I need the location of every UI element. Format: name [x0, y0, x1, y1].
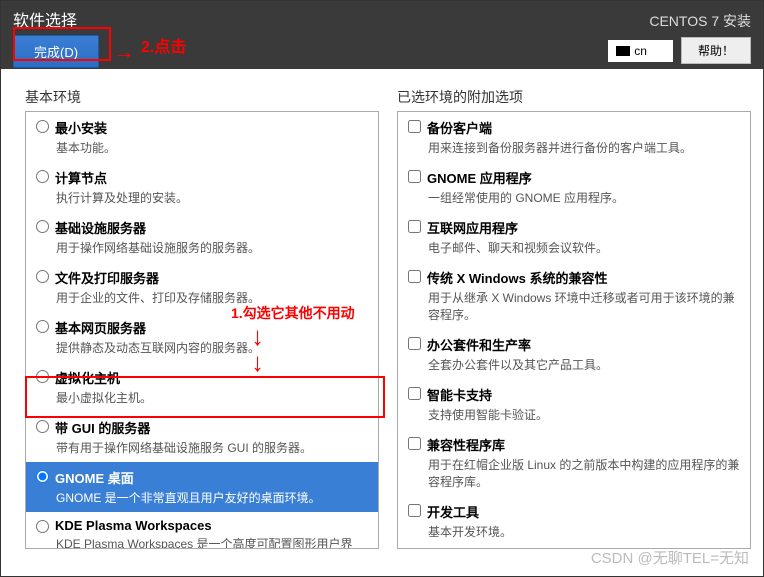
base-env-list[interactable]: 最小安装基本功能。计算节点执行计算及处理的安装。基础设施服务器用于操作网络基础设… — [25, 111, 379, 549]
addon-label: 兼容性程序库 — [427, 435, 505, 454]
addon-checkbox[interactable] — [408, 270, 421, 283]
addon-item[interactable]: 办公套件和生产率全套办公套件以及其它产品工具。 — [398, 329, 750, 379]
env-label: GNOME 桌面 — [55, 468, 134, 487]
env-label: 计算节点 — [55, 168, 107, 187]
env-radio[interactable] — [36, 520, 49, 533]
env-desc: 用于操作网络基础设施服务的服务器。 — [56, 239, 370, 256]
addon-desc: 用来连接到备份服务器并进行备份的客户端工具。 — [428, 139, 742, 156]
env-item[interactable]: 最小安装基本功能。 — [26, 112, 378, 162]
env-label: KDE Plasma Workspaces — [55, 518, 212, 533]
env-label: 虚拟化主机 — [55, 368, 120, 387]
addon-desc: 用于在红帽企业版 Linux 的之前版本中构建的应用程序的兼容程序库。 — [428, 456, 742, 490]
header-left: 软件选择 完成(D) — [13, 7, 99, 68]
addon-label: 智能卡支持 — [427, 385, 492, 404]
env-label: 文件及打印服务器 — [55, 268, 159, 287]
env-item[interactable]: 文件及打印服务器用于企业的文件、打印及存储服务器。 — [26, 262, 378, 312]
env-item[interactable]: KDE Plasma Workspaces KDE Plasma Workspac… — [26, 512, 378, 549]
addon-item[interactable]: 互联网应用程序电子邮件、聊天和视频会议软件。 — [398, 212, 750, 262]
base-env-column: 基本环境 最小安装基本功能。计算节点执行计算及处理的安装。基础设施服务器用于操作… — [25, 87, 379, 549]
env-item[interactable]: GNOME 桌面 GNOME 是一个非常直观且用户友好的桌面环境。 — [26, 462, 378, 512]
addon-checkbox[interactable] — [408, 120, 421, 133]
env-desc: 执行计算及处理的安装。 — [56, 189, 370, 206]
env-radio[interactable] — [36, 220, 49, 233]
addon-desc: 全套办公套件以及其它产品工具。 — [428, 356, 742, 373]
env-item[interactable]: 虚拟化主机最小虚拟化主机。 — [26, 362, 378, 412]
env-radio[interactable] — [36, 270, 49, 283]
env-desc: 最小虚拟化主机。 — [56, 389, 370, 406]
addon-item[interactable]: 安全性工具用于完整性和可信验证的安全性工具。 — [398, 546, 750, 549]
env-desc: GNOME 是一个非常直观且用户友好的桌面环境。 — [56, 489, 370, 506]
addon-label: 备份客户端 — [427, 118, 492, 137]
done-button[interactable]: 完成(D) — [13, 35, 99, 68]
addon-checkbox[interactable] — [408, 220, 421, 233]
addon-desc: 用于从继承 X Windows 环境中迁移或者可用于该环境的兼容程序。 — [428, 289, 742, 323]
env-label: 基础设施服务器 — [55, 218, 146, 237]
watermark: CSDN @无聊TEL=无知 — [591, 547, 749, 568]
env-item[interactable]: 基本网页服务器提供静态及动态互联网内容的服务器。 — [26, 312, 378, 362]
env-radio[interactable] — [36, 170, 49, 183]
env-item[interactable]: 带 GUI 的服务器带有用于操作网络基础设施服务 GUI 的服务器。 — [26, 412, 378, 462]
addon-item[interactable]: 智能卡支持支持使用智能卡验证。 — [398, 379, 750, 429]
addon-item[interactable]: 传统 X Windows 系统的兼容性用于从继承 X Windows 环境中迁移… — [398, 262, 750, 329]
addon-desc: 基本开发环境。 — [428, 523, 742, 540]
env-radio[interactable] — [36, 470, 49, 483]
env-desc: 用于企业的文件、打印及存储服务器。 — [56, 289, 370, 306]
addon-label: 传统 X Windows 系统的兼容性 — [427, 268, 607, 287]
addon-checkbox[interactable] — [408, 337, 421, 350]
addon-label: GNOME 应用程序 — [427, 168, 532, 187]
addon-label: 办公套件和生产率 — [427, 335, 531, 354]
addon-column: 已选环境的附加选项 备份客户端用来连接到备份服务器并进行备份的客户端工具。GNO… — [397, 87, 751, 549]
env-radio[interactable] — [36, 420, 49, 433]
env-radio[interactable] — [36, 120, 49, 133]
addon-item[interactable]: 开发工具基本开发环境。 — [398, 496, 750, 546]
addon-checkbox[interactable] — [408, 170, 421, 183]
addon-item[interactable]: GNOME 应用程序一组经常使用的 GNOME 应用程序。 — [398, 162, 750, 212]
addon-item[interactable]: 备份客户端用来连接到备份服务器并进行备份的客户端工具。 — [398, 112, 750, 162]
keyboard-layout-indicator[interactable]: cn — [608, 40, 673, 62]
env-desc: KDE Plasma Workspaces 是一个高度可配置图形用户界面，其中包… — [56, 535, 370, 549]
content-area: 基本环境 最小安装基本功能。计算节点执行计算及处理的安装。基础设施服务器用于操作… — [1, 69, 763, 549]
addon-checkbox[interactable] — [408, 437, 421, 450]
header-bar: 软件选择 完成(D) CENTOS 7 安装 cn 帮助！ — [1, 1, 763, 69]
addon-desc: 一组经常使用的 GNOME 应用程序。 — [428, 189, 742, 206]
env-radio[interactable] — [36, 320, 49, 333]
env-desc: 带有用于操作网络基础设施服务 GUI 的服务器。 — [56, 439, 370, 456]
env-label: 最小安装 — [55, 118, 107, 137]
env-label: 基本网页服务器 — [55, 318, 146, 337]
env-item[interactable]: 计算节点执行计算及处理的安装。 — [26, 162, 378, 212]
addon-label: 互联网应用程序 — [427, 218, 518, 237]
env-radio[interactable] — [36, 370, 49, 383]
page-title: 软件选择 — [13, 7, 99, 31]
header-controls: cn 帮助！ — [608, 37, 751, 64]
addon-desc: 电子邮件、聊天和视频会议软件。 — [428, 239, 742, 256]
addon-checkbox[interactable] — [408, 387, 421, 400]
addon-item[interactable]: 兼容性程序库用于在红帽企业版 Linux 的之前版本中构建的应用程序的兼容程序库… — [398, 429, 750, 496]
addon-title: 已选环境的附加选项 — [397, 87, 751, 107]
env-label: 带 GUI 的服务器 — [55, 418, 150, 437]
env-desc: 基本功能。 — [56, 139, 370, 156]
lang-code: cn — [634, 44, 647, 58]
base-env-title: 基本环境 — [25, 87, 379, 107]
addon-label: 开发工具 — [427, 502, 479, 521]
help-button[interactable]: 帮助！ — [681, 37, 751, 64]
env-desc: 提供静态及动态互联网内容的服务器。 — [56, 339, 370, 356]
addon-checkbox[interactable] — [408, 504, 421, 517]
addon-list[interactable]: 备份客户端用来连接到备份服务器并进行备份的客户端工具。GNOME 应用程序一组经… — [397, 111, 751, 549]
env-item[interactable]: 基础设施服务器用于操作网络基础设施服务的服务器。 — [26, 212, 378, 262]
header-right: CENTOS 7 安装 cn 帮助！ — [608, 7, 751, 64]
addon-desc: 支持使用智能卡验证。 — [428, 406, 742, 423]
install-title: CENTOS 7 安装 — [608, 11, 751, 31]
keyboard-icon — [616, 46, 630, 56]
